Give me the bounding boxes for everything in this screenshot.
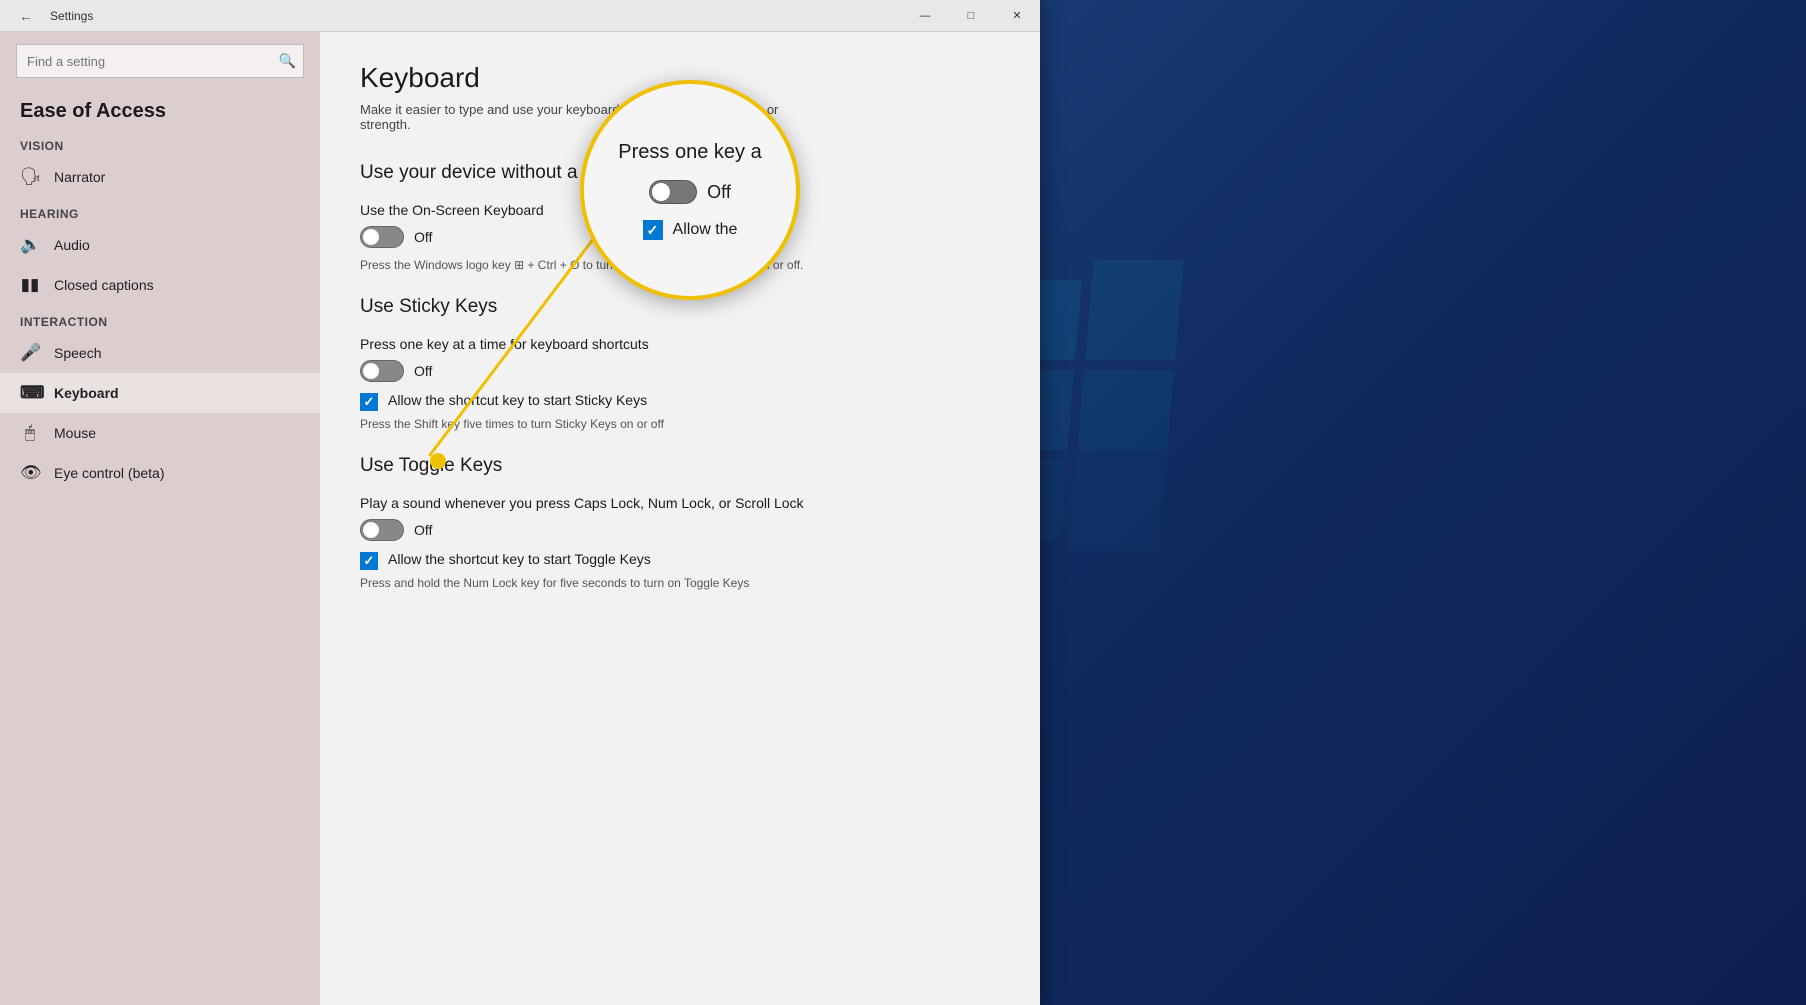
closed-captions-label: Closed captions <box>54 277 154 293</box>
magnifier-checkbox[interactable] <box>643 220 663 240</box>
toggle-keys-toggle[interactable] <box>360 519 404 541</box>
toggle-keys-toggle-row: Off <box>360 519 1000 541</box>
sticky-label: Press one key at a time for keyboard sho… <box>360 336 1000 352</box>
eye-control-icon: 👁 <box>20 463 40 483</box>
sticky-toggle-row: Off <box>360 360 1000 382</box>
sidebar: 🔍 Ease of Access Vision 🗣 Narrator Heari… <box>0 32 320 1005</box>
sidebar-item-mouse[interactable]: 🖱 Mouse <box>0 413 320 453</box>
magnifier-toggle[interactable] <box>649 180 697 204</box>
vision-category: Vision <box>0 129 320 157</box>
narrator-label: Narrator <box>54 169 105 185</box>
magnifier-allow-label: Allow the <box>673 221 738 239</box>
search-input[interactable] <box>16 44 304 78</box>
toggle-keys-checkbox-row: Allow the shortcut key to start Toggle K… <box>360 551 1000 570</box>
section3-header: Use Toggle Keys <box>360 455 1000 477</box>
toggle-keys-checkbox[interactable] <box>360 552 378 570</box>
minimize-button[interactable]: — <box>902 0 948 32</box>
arrow-dot <box>430 453 446 469</box>
back-button[interactable]: ← <box>12 2 40 30</box>
sidebar-section-title: Ease of Access <box>0 90 320 129</box>
magnifier-title: Press one key a <box>618 140 761 164</box>
sticky-description: Press the Shift key five times to turn S… <box>360 417 1000 431</box>
window-title: Settings <box>50 9 93 23</box>
toggle-keys-toggle-label: Off <box>414 522 432 538</box>
title-bar: ← Settings — □ ✕ <box>0 0 1040 32</box>
sidebar-item-speech[interactable]: 🎤 Speech <box>0 333 320 373</box>
audio-icon: 🔈 <box>20 235 40 255</box>
magnifier-circle: Press one key a Off Allow the <box>580 80 800 300</box>
sticky-checkbox[interactable] <box>360 393 378 411</box>
magnifier-checkbox-row: Allow the <box>643 220 738 240</box>
on-screen-toggle-label: Off <box>414 229 432 245</box>
sticky-checkbox-row: Allow the shortcut key to start Sticky K… <box>360 392 1000 411</box>
hearing-category: Hearing <box>0 197 320 225</box>
toggle-keys-description: Press and hold the Num Lock key for five… <box>360 576 1000 590</box>
sidebar-item-closed-captions[interactable]: ▮▮ Closed captions <box>0 265 320 305</box>
sidebar-item-narrator[interactable]: 🗣 Narrator <box>0 157 320 197</box>
sidebar-item-keyboard[interactable]: ⌨ Keyboard <box>0 373 320 413</box>
maximize-button[interactable]: □ <box>948 0 994 32</box>
keyboard-icon: ⌨ <box>20 383 40 403</box>
sidebar-item-eye-control[interactable]: 👁 Eye control (beta) <box>0 453 320 493</box>
search-container: 🔍 <box>16 44 304 78</box>
eye-control-label: Eye control (beta) <box>54 465 165 481</box>
magnifier-off-label: Off <box>707 182 731 203</box>
narrator-icon: 🗣 <box>20 167 40 187</box>
close-button[interactable]: ✕ <box>994 0 1040 32</box>
toggle-keys-checkbox-label: Allow the shortcut key to start Toggle K… <box>388 551 651 567</box>
mouse-label: Mouse <box>54 425 96 441</box>
sticky-toggle[interactable] <box>360 360 404 382</box>
on-screen-toggle[interactable] <box>360 226 404 248</box>
title-bar-left: ← Settings <box>12 2 93 30</box>
speech-label: Speech <box>54 345 101 361</box>
speech-icon: 🎤 <box>20 343 40 363</box>
toggle-keys-label: Play a sound whenever you press Caps Loc… <box>360 495 1000 511</box>
magnifier-toggle-row: Off <box>649 180 731 204</box>
sticky-toggle-label: Off <box>414 363 432 379</box>
mouse-icon: 🖱 <box>20 423 40 443</box>
interaction-category: Interaction <box>0 305 320 333</box>
closed-captions-icon: ▮▮ <box>20 275 40 295</box>
title-bar-controls: — □ ✕ <box>902 0 1040 32</box>
magnifier-overlay: Press one key a Off Allow the <box>580 80 900 300</box>
audio-label: Audio <box>54 237 90 253</box>
sticky-checkbox-label: Allow the shortcut key to start Sticky K… <box>388 392 647 408</box>
keyboard-label: Keyboard <box>54 385 119 401</box>
sidebar-item-audio[interactable]: 🔈 Audio <box>0 225 320 265</box>
search-icon: 🔍 <box>279 53 296 70</box>
